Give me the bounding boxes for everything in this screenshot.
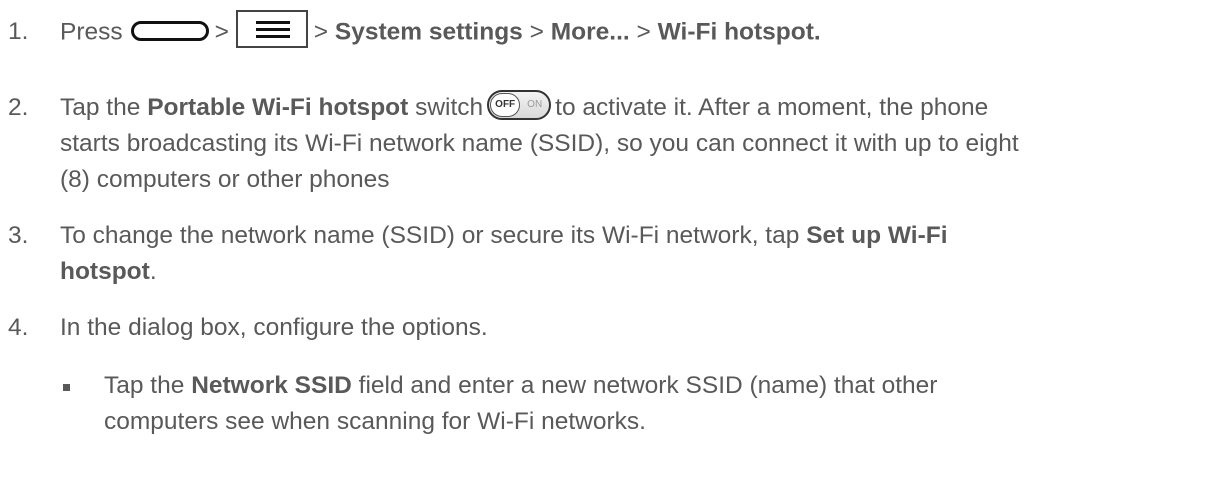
set-up-hotspot-label: Set up Wi-Fi [806,222,948,249]
home-button-icon [130,21,209,41]
more-label: More... [550,18,630,46]
hotspot-label: hotspot [60,258,150,285]
switch-word: switch [415,94,484,121]
separator: > [636,18,651,46]
tap-the-text: Tap the [60,94,141,121]
step-text: Press > > System settings > More... > Wi-… [60,10,1180,52]
bullet-icon [63,384,70,391]
toggle-on-label: ON [527,98,543,110]
step-number: 1. [8,18,29,45]
step-line: starts broadcasting its Wi-Fi network na… [60,130,1019,157]
wifi-hotspot-label: Wi-Fi hotspot. [657,18,821,46]
step-text: In the dialog box, configure the options… [60,314,488,341]
sub-text-rest: field and enter a new network SSID (name… [358,372,938,399]
portable-hotspot-label: Portable Wi-Fi hotspot [147,94,409,121]
step-text-rest: to activate it. After a moment, the phon… [555,94,989,121]
system-settings-label: System settings [334,18,523,46]
tap-the-text: Tap the [104,372,185,399]
step-line: computers see when scanning for Wi-Fi ne… [104,408,646,435]
step-line: Tap the Network SSID field and enter a n… [104,368,1184,404]
step-line: To change the network name (SSID) or sec… [60,218,1180,254]
step-text: Tap the Portable Wi-Fi hotspot switch OFF… [60,89,1180,198]
off-on-switch-icon: OFF ON [487,89,552,120]
step-line: (8) computers or other phones [60,166,390,193]
separator: > [313,18,329,46]
network-ssid-label: Network SSID [191,372,352,399]
step-number: 3. [8,222,29,249]
step-number: 4. [8,314,29,341]
sub-bullet-text: Tap the Network SSID field and enter a n… [104,368,1184,440]
separator: > [214,18,229,46]
press-word: Press [60,18,123,46]
period: . [149,258,157,285]
step-text-part: To change the network name (SSID) or sec… [60,222,800,249]
step-number: 2. [8,94,29,121]
step-line: Tap the Portable Wi-Fi hotspot switch OFF… [60,89,1180,126]
toggle-off-label: OFF [495,98,516,110]
step-text: To change the network name (SSID) or sec… [60,218,1180,290]
step-line: hotspot. [60,254,1180,290]
menu-button-icon [235,10,308,48]
separator: > [529,18,544,46]
